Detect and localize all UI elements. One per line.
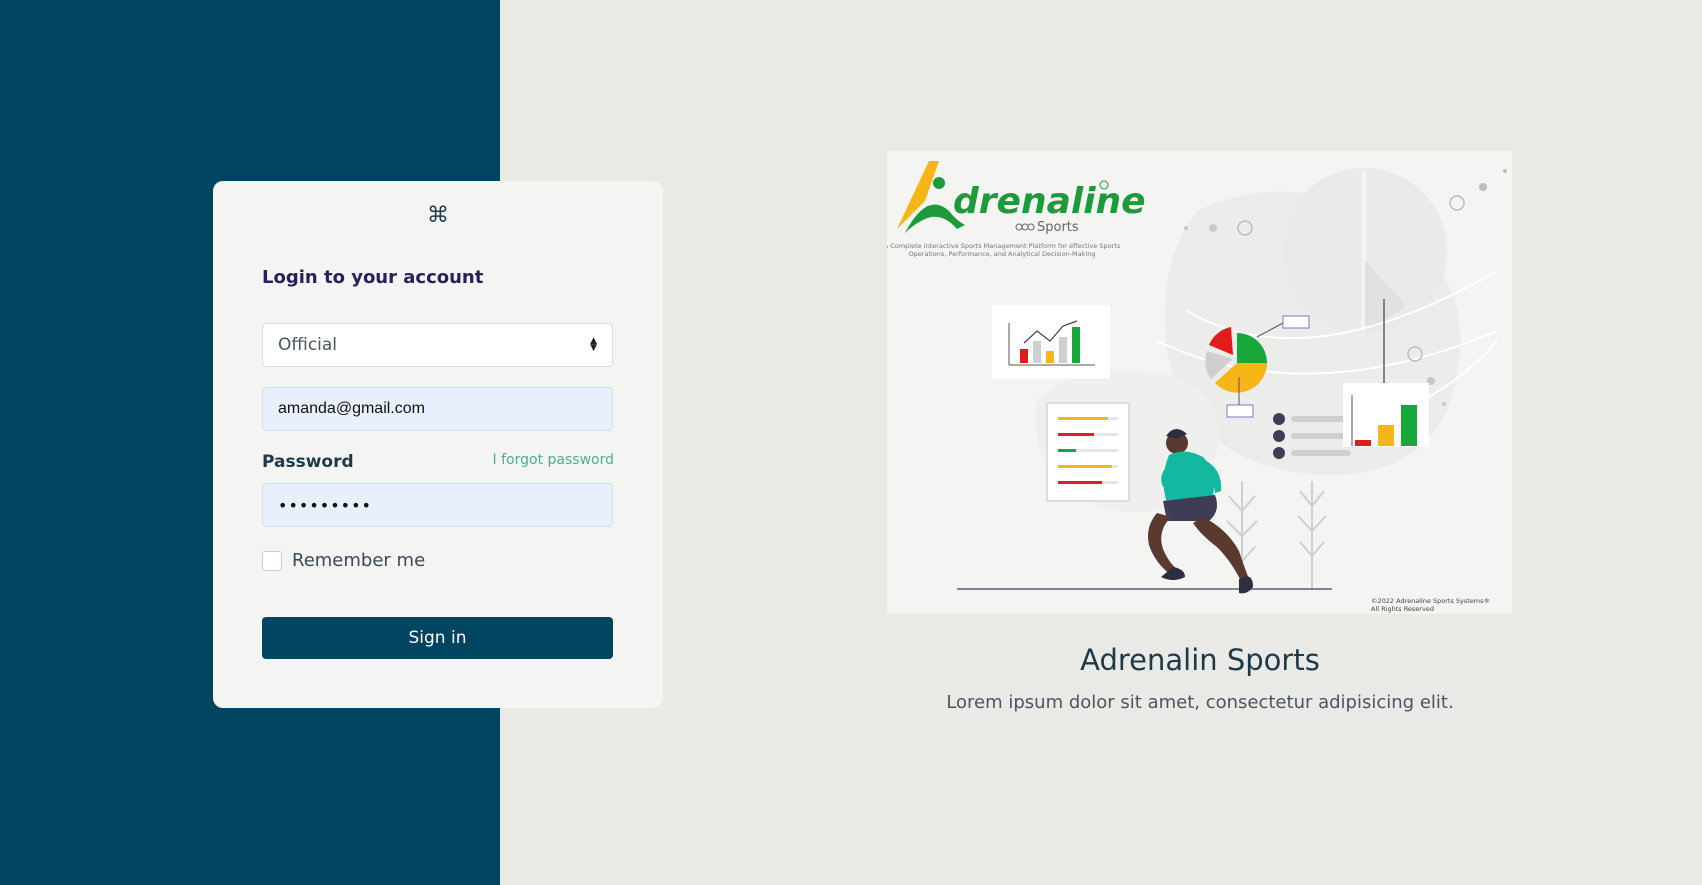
forgot-password-link[interactable]: I forgot password — [493, 452, 614, 468]
password-field[interactable]: ••••••••• — [262, 483, 613, 527]
copyright-line-2: All Rights Reserved — [1371, 605, 1434, 613]
remember-me-row[interactable]: Remember me — [262, 550, 425, 571]
list-bar — [1291, 450, 1351, 456]
progress-fill — [1058, 465, 1112, 468]
hero-illustration: drenaline Sports A Complete Interactive … — [887, 151, 1512, 614]
dot-deco — [1503, 169, 1507, 173]
copyright-line-1: ©2022 Adrenaline Sports Systems® — [1371, 597, 1490, 605]
password-label: Password — [262, 452, 354, 472]
progress-fill — [1058, 449, 1076, 452]
command-icon: ⌘ — [427, 203, 449, 228]
list-bullet — [1273, 430, 1285, 442]
hero-subtitle: Lorem ipsum dolor sit amet, consectetur … — [946, 692, 1454, 713]
list-bullet — [1273, 447, 1285, 459]
role-select-value: Official — [278, 335, 338, 355]
bar-red — [1020, 349, 1028, 363]
bar-green — [1401, 405, 1417, 446]
list-bullet — [1273, 413, 1285, 425]
logo-tagline-2: Operations, Performance, and Analytical … — [909, 250, 1096, 258]
progress-fill — [1058, 481, 1102, 484]
logo-ring — [1021, 223, 1029, 231]
checklist-card — [1046, 402, 1130, 502]
callout-box — [1282, 315, 1310, 329]
bar-grey — [1059, 337, 1067, 363]
runner-leg-front — [1193, 517, 1249, 581]
dot-deco — [1209, 224, 1217, 232]
list-bar — [1291, 433, 1351, 439]
list-items — [1273, 413, 1351, 459]
plant-2 — [1297, 481, 1327, 589]
logo-dot — [933, 177, 945, 189]
runner-leg-back — [1148, 513, 1177, 575]
circle-deco — [1449, 195, 1465, 211]
bar-yellow — [1378, 425, 1394, 446]
runner-shoe-front — [1239, 576, 1253, 594]
login-title: Login to your account — [262, 267, 484, 288]
logo-wordmark: drenaline — [953, 181, 1146, 222]
email-field[interactable]: amanda@gmail.com — [262, 387, 613, 431]
progress-fill — [1058, 417, 1108, 420]
bar-yellow — [1046, 351, 1054, 363]
remember-me-label: Remember me — [292, 550, 426, 571]
card-bg — [992, 305, 1110, 379]
bar-red — [1355, 440, 1371, 446]
sign-in-button[interactable]: Sign in — [262, 617, 613, 659]
logo-ring — [1027, 223, 1035, 231]
callout-box — [1226, 404, 1254, 418]
logo-ring — [1015, 223, 1023, 231]
adrenaline-logo: drenaline Sports A Complete Interactive … — [887, 161, 1146, 258]
hero-artwork: drenaline Sports A Complete Interactive … — [887, 161, 1507, 613]
logo-sub: Sports — [1037, 220, 1079, 235]
bar-grey — [1033, 341, 1041, 363]
bar-green — [1072, 327, 1080, 363]
remember-me-checkbox[interactable] — [262, 550, 282, 571]
login-card: ⌘ Login to your account Official ▲ ▼ aman… — [213, 181, 663, 708]
role-select[interactable]: Official ▲ ▼ — [262, 323, 613, 367]
list-bar — [1291, 416, 1351, 422]
dot-deco — [1184, 226, 1188, 230]
progress-fill — [1058, 433, 1094, 436]
dot-deco — [1479, 183, 1487, 191]
dot-deco — [1442, 402, 1446, 406]
select-arrows-icon: ▲ ▼ — [590, 336, 597, 353]
hero-title: Adrenalin Sports — [1080, 643, 1320, 677]
logo-tagline-1: A Complete Interactive Sports Management… — [887, 242, 1121, 250]
line-chart-card — [992, 305, 1110, 379]
